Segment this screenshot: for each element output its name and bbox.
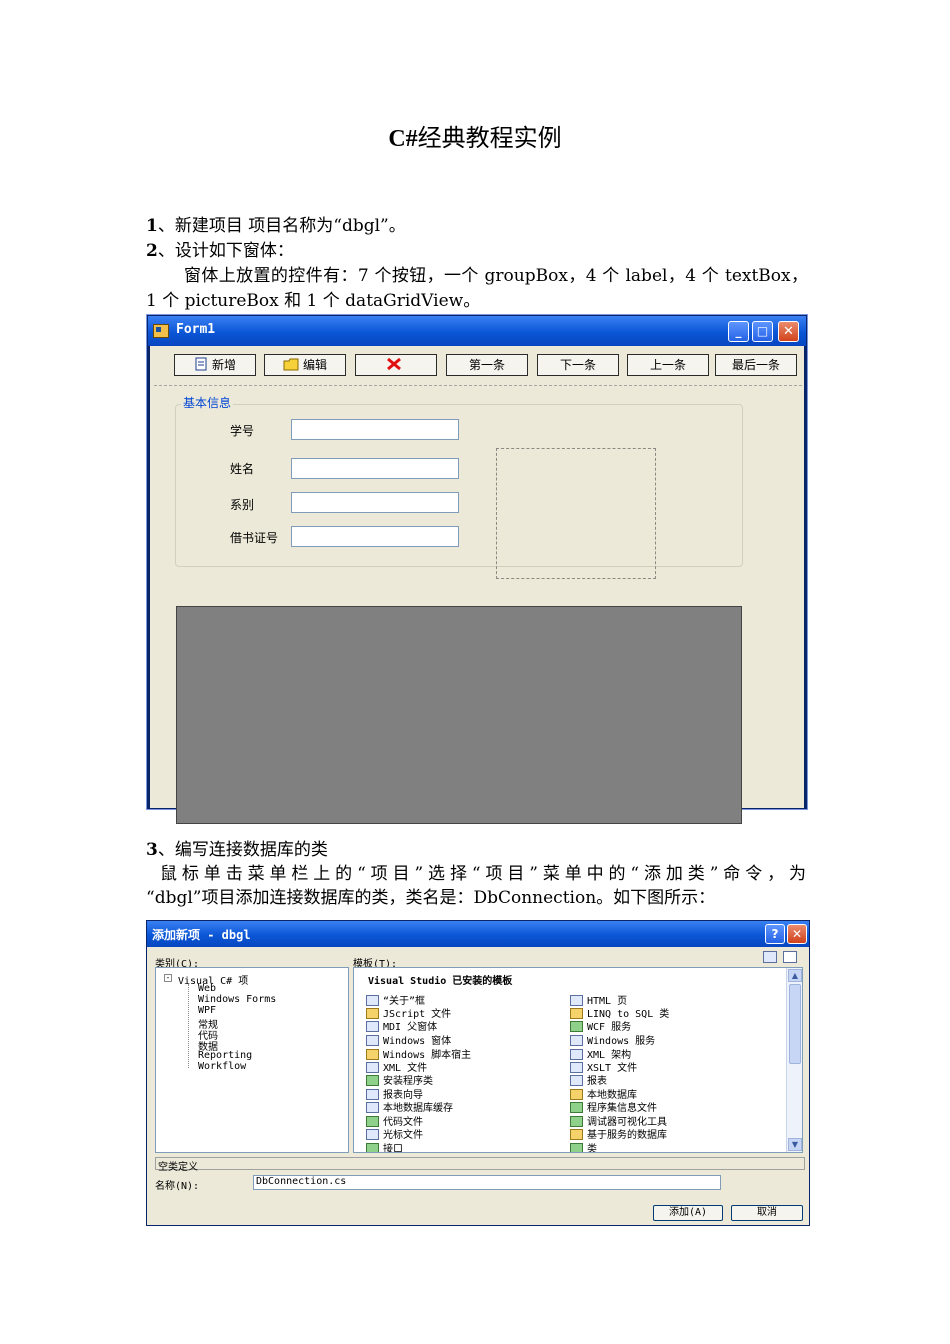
- new-page-icon: [194, 357, 208, 377]
- form1-client-area: 新增 编辑 第一条 下一条 上一条 最后一条 基本信息 学号 姓名 系别 借书证…: [150, 346, 804, 824]
- close-button[interactable]: ✕: [778, 321, 799, 342]
- name-label: 姓名: [230, 462, 255, 476]
- name-input[interactable]: [291, 458, 459, 479]
- scroll-thumb[interactable]: [789, 984, 801, 1064]
- form1-window: Form1 _ □ ✕ 新增 编辑 第一条 下一条 上一条 最后一条 基本信息 …: [146, 314, 808, 824]
- form1-title: Form1: [176, 322, 216, 337]
- edit-button[interactable]: 编辑: [264, 354, 346, 376]
- class-icon: [570, 1143, 583, 1152]
- last-record-button[interactable]: 最后一条: [715, 354, 797, 376]
- template-service-database[interactable]: 基于服务的数据库: [587, 1130, 667, 1141]
- templates-header: Visual Studio 已安装的模板: [368, 976, 513, 987]
- cursor-file-icon: [366, 1129, 379, 1140]
- step-3: 3、编写连接数据库的类: [146, 840, 328, 860]
- step-1: 1、新建项目 项目名称为“dbgl”。: [146, 216, 406, 236]
- delete-button[interactable]: [355, 354, 437, 376]
- name-input-value: DbConnection.cs: [256, 1176, 347, 1187]
- cancel-button[interactable]: 取消: [731, 1205, 803, 1221]
- categories-tree[interactable]: - Visual C# 项 Web Windows Forms WPF 常规 代…: [155, 967, 349, 1153]
- windows-form-icon: [366, 1035, 379, 1046]
- name-field-label: 名称(N):: [155, 1181, 200, 1192]
- template-interface[interactable]: 接口: [383, 1144, 403, 1152]
- mdi-form-icon: [366, 1021, 379, 1032]
- next-record-button[interactable]: 下一条: [537, 354, 619, 376]
- student-id-input[interactable]: [291, 419, 459, 440]
- wcf-service-icon: [570, 1021, 583, 1032]
- scroll-down-icon[interactable]: ▼: [788, 1138, 802, 1151]
- tree-item-workflow[interactable]: Workflow: [198, 1061, 246, 1072]
- page-title: C#经典教程实例: [388, 124, 562, 152]
- dialog-close-button[interactable]: ✕: [787, 924, 807, 944]
- windows-service-icon: [570, 1035, 583, 1046]
- local-db-cache-icon: [366, 1102, 379, 1113]
- installer-class-icon: [366, 1075, 379, 1086]
- minimize-button[interactable]: _: [728, 321, 749, 342]
- tree-guide-line: [188, 984, 190, 1068]
- folder-icon: [283, 357, 299, 377]
- dialog-title: 添加新项 - dbgl: [152, 928, 251, 942]
- department-input[interactable]: [291, 492, 459, 513]
- service-database-icon: [570, 1129, 583, 1140]
- department-label: 系别: [230, 498, 255, 512]
- tree-item-wpf[interactable]: WPF: [198, 1005, 216, 1016]
- form-app-icon: [153, 324, 169, 338]
- large-icons-view-icon[interactable]: [763, 951, 777, 963]
- maximize-button[interactable]: □: [752, 321, 773, 342]
- step-2: 2、设计如下窗体：: [146, 241, 294, 261]
- templates-scrollbar[interactable]: ▲ ▼: [786, 968, 802, 1152]
- template-class[interactable]: 类: [587, 1144, 597, 1152]
- step-2-description-line1: 窗体上放置的控件有：7 个按钮，一个 groupBox，4 个 label，4 …: [184, 266, 808, 286]
- tree-item-reporting[interactable]: Reporting: [198, 1050, 252, 1061]
- help-button[interactable]: ?: [765, 924, 785, 944]
- collapse-icon[interactable]: -: [164, 974, 172, 982]
- previous-record-button[interactable]: 上一条: [627, 354, 709, 376]
- small-icons-view-icon[interactable]: [783, 951, 797, 963]
- assembly-info-icon: [570, 1102, 583, 1113]
- templates-list[interactable]: Visual Studio 已安装的模板 “关于”框 JScript 文件 MD…: [353, 967, 803, 1153]
- tree-item-windows-forms[interactable]: Windows Forms: [198, 994, 276, 1005]
- picture-box: [496, 448, 656, 579]
- report-icon: [570, 1075, 583, 1086]
- student-id-label: 学号: [230, 424, 255, 438]
- description-text: 空类定义: [158, 1162, 198, 1173]
- dialog-title-bar: 添加新项 - dbgl ? ✕: [147, 921, 809, 947]
- groupbox-title: 基本信息: [181, 394, 234, 411]
- data-grid-view[interactable]: [176, 606, 742, 824]
- library-card-input[interactable]: [291, 526, 459, 547]
- add-new-item-dialog: 添加新项 - dbgl ? ✕ 类别(C): 模板(T): - Visual C…: [146, 920, 810, 1226]
- step-3-description-line2: “dbgl”项目添加连接数据库的类，类名是：DbConnection。如下图所示…: [146, 888, 716, 908]
- add-button[interactable]: 新增: [174, 354, 256, 376]
- step-3-description-line1: 鼠标单击菜单栏上的“项目”选择“项目”菜单中的“添加类”命令，为: [160, 864, 806, 884]
- name-input[interactable]: DbConnection.cs: [253, 1175, 721, 1190]
- red-x-delete-icon: [386, 357, 402, 377]
- tree-item-web[interactable]: Web: [198, 983, 216, 994]
- step-2-description-line2: 1 个 pictureBox 和 1 个 dataGridView。: [146, 291, 481, 311]
- interface-icon: [366, 1143, 379, 1152]
- description-bar: 空类定义: [155, 1157, 805, 1173]
- scroll-up-icon[interactable]: ▲: [788, 969, 802, 982]
- form1-title-bar: Form1 _ □ ✕: [148, 316, 806, 346]
- library-card-label: 借书证号: [230, 531, 279, 545]
- first-record-button[interactable]: 第一条: [446, 354, 528, 376]
- add-item-button[interactable]: 添加(A): [653, 1205, 723, 1221]
